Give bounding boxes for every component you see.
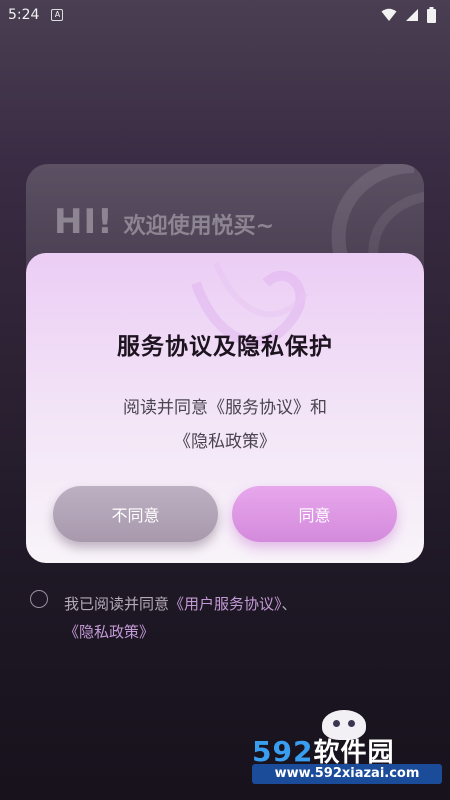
signal-icon [406,9,418,21]
notification-icon: A [51,9,64,21]
dialog-body-line1: 阅读并同意《服务协议》和 [123,398,327,418]
dialog-body: 阅读并同意《服务协议》和 《隐私政策》 [26,391,424,459]
agreement-checkbox[interactable] [30,590,48,608]
watermark: 592软件园 www.592xiazai.com [250,710,450,788]
agreement-separator: 、 [281,595,297,613]
privacy-policy-link[interactable]: 《隐私政策》 [64,623,154,641]
status-time: 5:24 [8,7,40,23]
agree-button[interactable]: 同意 [232,486,397,542]
watermark-url: www.592xiazai.com [252,764,442,784]
greeting-welcome: 欢迎使用悦买~ [123,214,275,239]
agreement-dialog: 服务协议及隐私保护 阅读并同意《服务协议》和 《隐私政策》 不同意 同意 [26,253,424,563]
greeting: HI! 欢迎使用悦买~ [54,202,274,242]
battery-icon [427,7,436,23]
wifi-icon [381,8,397,21]
agreement-prefix: 我已阅读并同意 [64,595,170,613]
agreement-text: 我已阅读并同意《用户服务协议》、《隐私政策》 [64,590,414,646]
disagree-button[interactable]: 不同意 [53,486,218,542]
dialog-body-line2: 《隐私政策》 [174,432,276,452]
user-agreement-link[interactable]: 《用户服务协议》 [169,595,282,613]
greeting-hi: HI! [54,202,114,242]
dialog-title: 服务协议及隐私保护 [117,334,333,360]
status-bar: 5:24 A [0,0,450,30]
